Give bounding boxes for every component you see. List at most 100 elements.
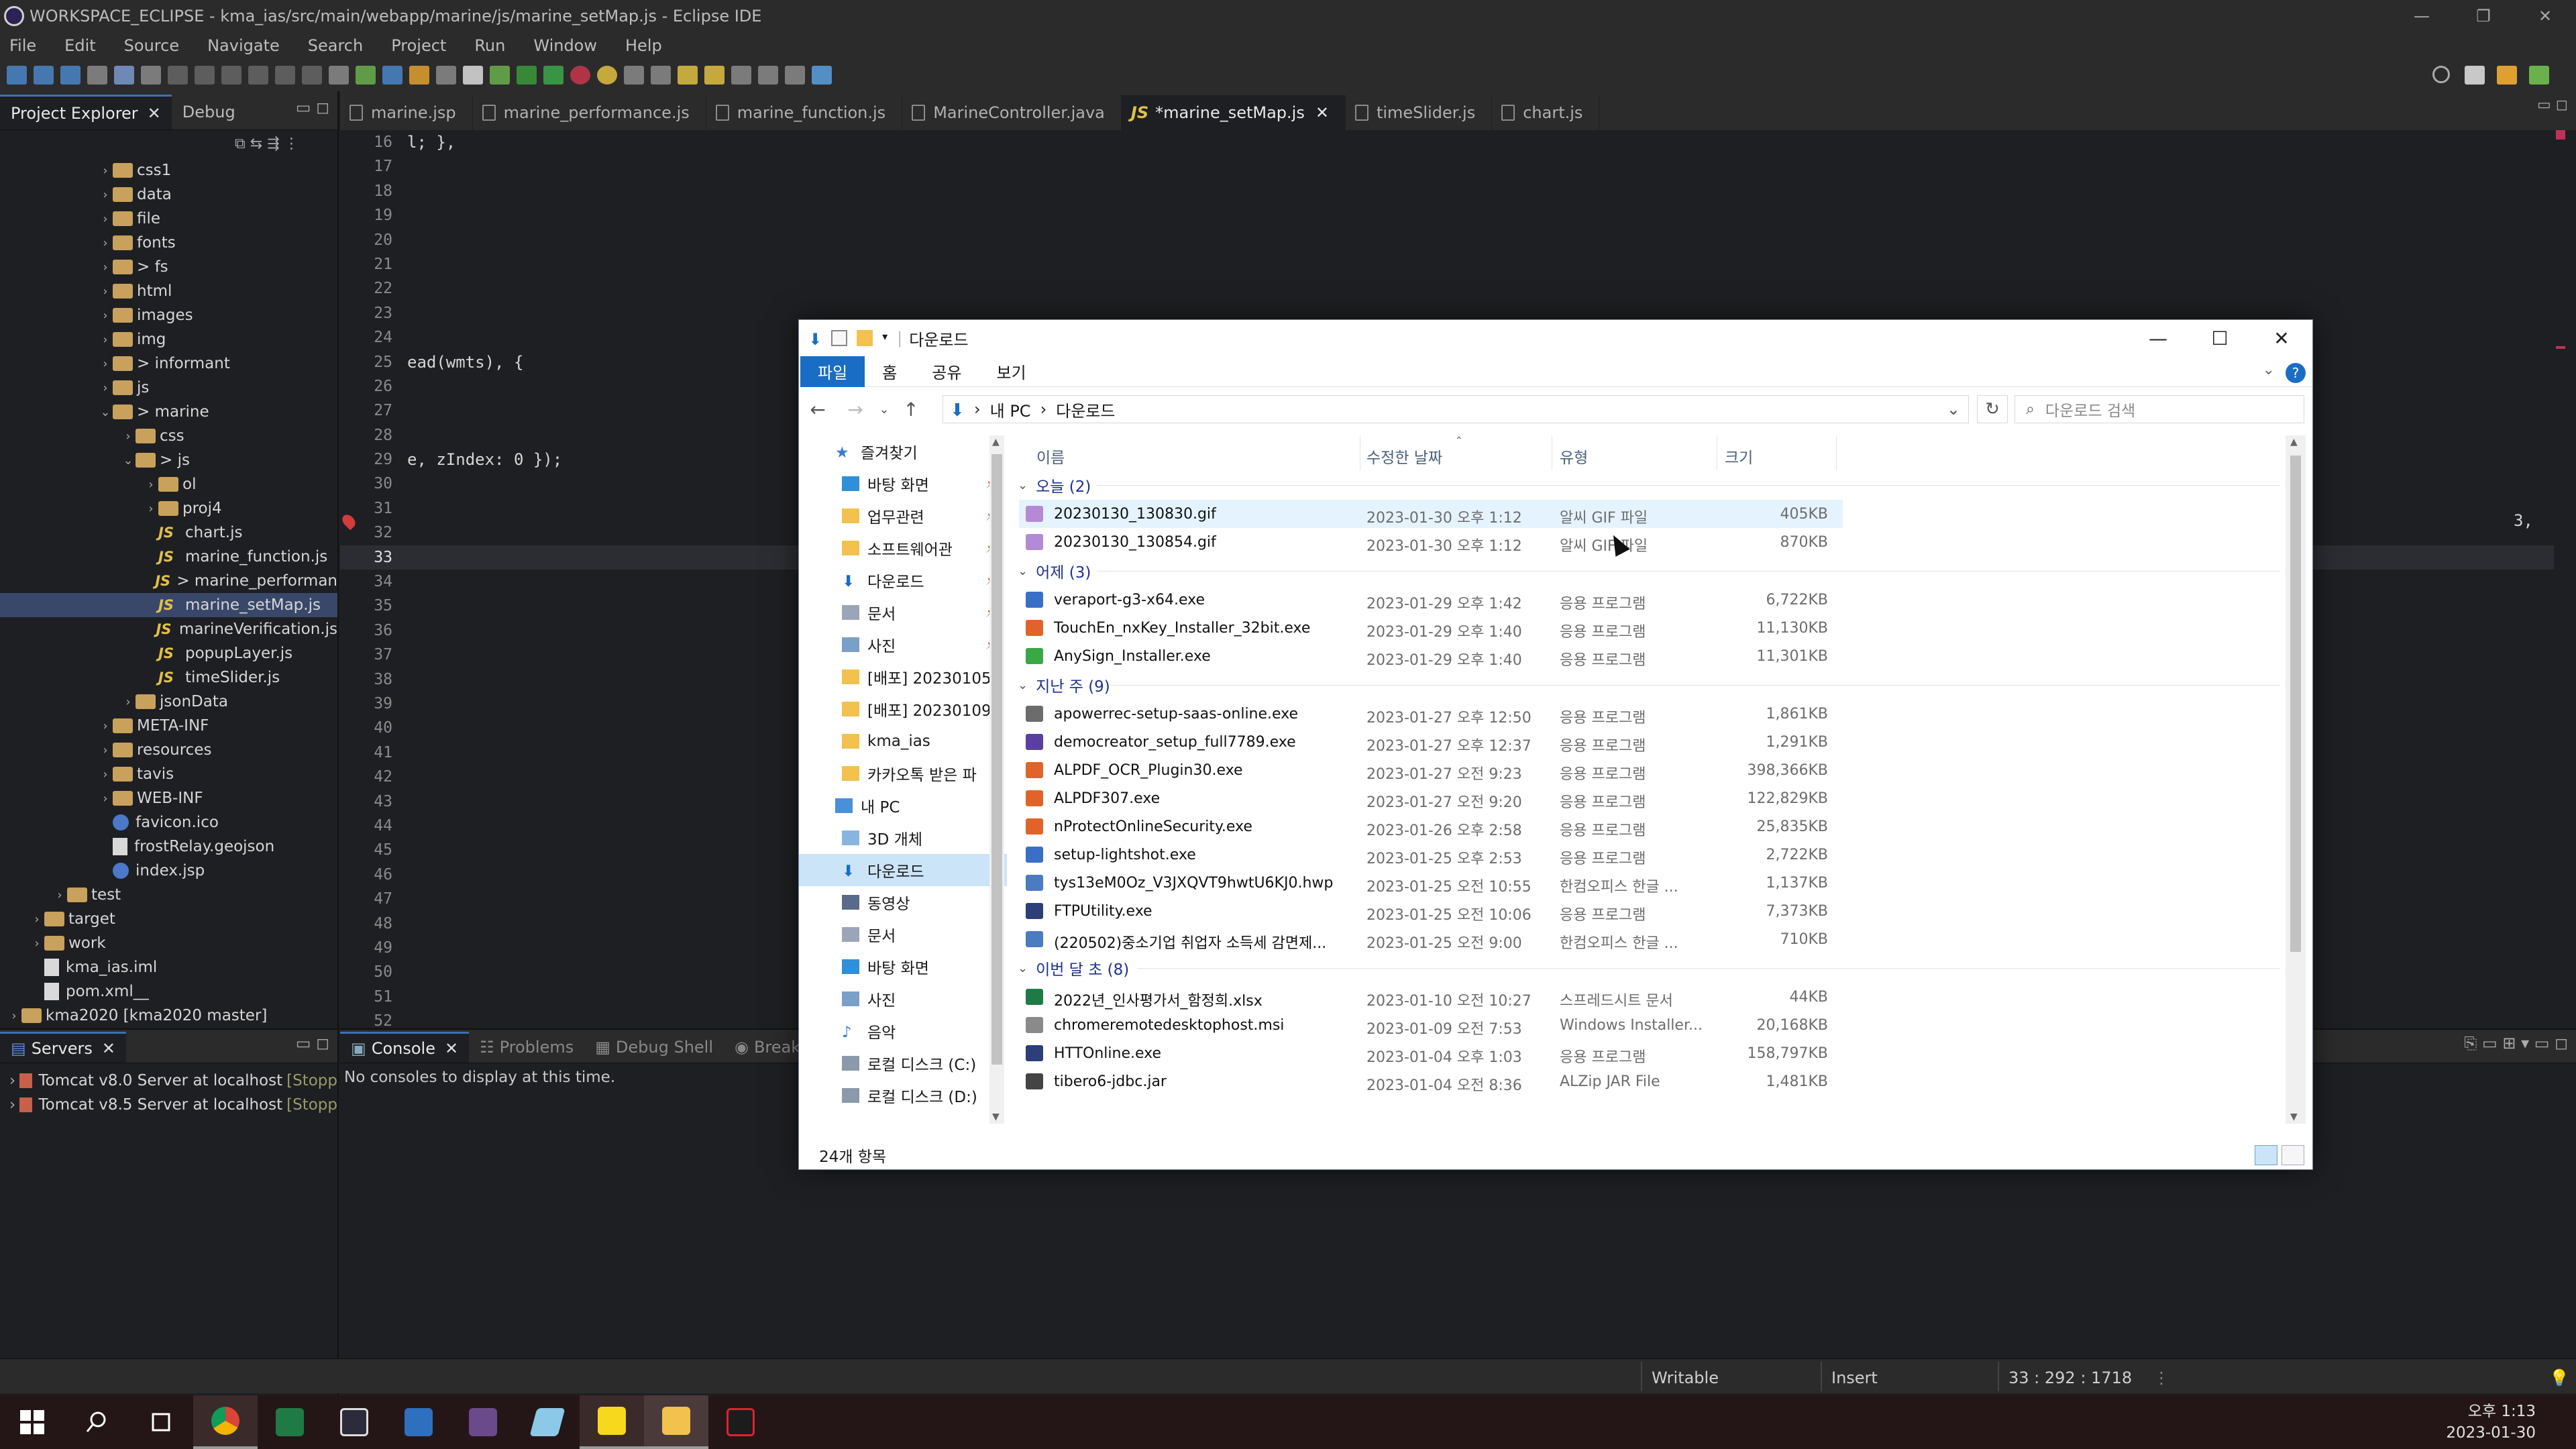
ribbon-tab-home[interactable]: 홈 [865, 356, 914, 387]
close-icon[interactable]: ✕ [445, 1039, 458, 1058]
collapsed-chevron-icon[interactable]: › [98, 719, 113, 733]
collapsed-chevron-icon[interactable]: › [7, 1009, 21, 1023]
highlight-icon[interactable] [409, 66, 429, 85]
debug-perspective-icon[interactable] [2529, 66, 2549, 85]
tree-folder[interactable]: › ol [0, 472, 337, 496]
collapsed-chevron-icon[interactable]: › [98, 164, 113, 178]
collapsed-chevron-icon[interactable]: › [98, 357, 113, 371]
code-line[interactable] [407, 203, 2554, 227]
run-icon[interactable] [517, 66, 537, 85]
nav-item[interactable]: [배포] 20230105_ [799, 661, 1007, 693]
nav-scrollbar[interactable]: ▲ ▼ [989, 435, 1004, 1124]
file-list-scrollbar[interactable]: ▲ ▼ [2286, 435, 2306, 1124]
code-line[interactable]: l; }, [407, 130, 2554, 154]
editor-tab[interactable]: MarineController.java [902, 95, 1122, 130]
tree-file[interactable]: kma_ias.iml [0, 955, 337, 979]
collapsed-chevron-icon[interactable]: › [98, 792, 113, 806]
file-row[interactable]: 20230130_130830.gif 2023-01-30 오후 1:12 알씨 … [1019, 500, 1843, 528]
step-return-icon[interactable] [302, 66, 322, 85]
new-server-icon[interactable] [651, 66, 671, 85]
menu-project[interactable]: Project [391, 36, 446, 55]
refresh-icon[interactable]: ↻ [1977, 395, 2008, 423]
show-whitespace-icon[interactable] [463, 66, 483, 85]
tree-folder[interactable]: › > fs [0, 255, 337, 279]
file-row[interactable]: apowerrec-setup-saas-online.exe 2023-01-2… [1010, 700, 2287, 728]
nav-item[interactable]: ♪ 음악 [799, 1015, 1007, 1047]
breadcrumb-my-pc[interactable]: 내 PC [990, 398, 1031, 421]
forward-icon[interactable] [758, 66, 778, 85]
save-icon[interactable] [34, 66, 54, 85]
tree-folder[interactable]: ⌄ > marine [0, 400, 337, 424]
menu-file[interactable]: File [9, 36, 36, 55]
collapsed-chevron-icon[interactable]: › [9, 1096, 19, 1114]
tree-folder[interactable]: ⌄ > js [0, 448, 337, 472]
group-header[interactable]: ⌄ 오늘 (2) [1010, 470, 2287, 500]
up-icon[interactable]: ↑ [894, 398, 928, 421]
expanded-chevron-icon[interactable]: ⌄ [121, 453, 136, 468]
file-row[interactable]: (220502)중소기업 취업자 소득세 감면제... 2023-01-25 오전… [1010, 925, 2287, 953]
file-row[interactable]: TouchEn_nxKey_Installer_32bit.exe 2023-01… [1010, 614, 2287, 642]
tree-folder[interactable]: › WEB-INF [0, 786, 337, 810]
code-line[interactable] [407, 179, 2554, 203]
windows-start-icon[interactable] [0, 1395, 64, 1449]
tree-folder[interactable]: › fonts [0, 231, 337, 255]
nav-item[interactable]: 바탕 화면 [799, 951, 1007, 983]
chevron-down-icon[interactable]: ⌄ [1018, 678, 1028, 692]
collapsed-chevron-icon[interactable]: › [98, 212, 113, 226]
minimize-button[interactable]: — [2391, 0, 2453, 32]
tab-debug-shell[interactable]: ▦ Debug Shell [584, 1032, 724, 1063]
pin-editor-icon[interactable] [812, 66, 832, 85]
file-row[interactable]: nProtectOnlineSecurity.exe 2023-01-26 오후 … [1010, 812, 2287, 841]
nav-item[interactable]: 로컬 디스크 (C:) [799, 1047, 1007, 1079]
editor-tab[interactable]: timeSlider.js [1346, 95, 1493, 130]
path-chevron-icon[interactable]: › [974, 400, 981, 419]
chrome-icon[interactable] [193, 1395, 258, 1449]
nav-item[interactable]: 로컬 디스크 (D:) [799, 1079, 1007, 1112]
excel-icon[interactable] [258, 1395, 322, 1449]
explorer-toolbar-icons[interactable]: ⧉ ⇆ ⇶ ⋮ [235, 136, 299, 152]
editor-tab[interactable]: JS *marine_setMap.js ✕ [1121, 95, 1346, 130]
collapsed-chevron-icon[interactable]: › [144, 478, 158, 492]
collapsed-chevron-icon[interactable]: › [9, 1072, 19, 1089]
file-row[interactable]: 2022년_인사평가서_함정희.xlsx 2023-01-10 오전 10:27 스… [1010, 983, 2287, 1011]
tree-file[interactable]: favicon.ico [0, 810, 337, 835]
search-icon[interactable] [64, 1395, 129, 1449]
file-row[interactable]: tys13eM0Oz_V3JXQVT9hwtU6KJ0.hwp 2023-01-2… [1010, 869, 2287, 897]
back-icon[interactable]: ← [799, 398, 837, 421]
code-line[interactable] [407, 276, 2554, 301]
nav-item[interactable]: 카카오톡 받은 파 [799, 757, 1007, 790]
last-edit-icon[interactable] [785, 66, 805, 85]
tree-file[interactable]: JS marine_function.js [0, 545, 337, 569]
tree-file[interactable]: JS marine_setMap.js [0, 593, 337, 617]
group-header[interactable]: ⌄ 어제 (3) [1010, 556, 2287, 586]
file-row[interactable]: chromeremotedesktophost.msi 2023-01-09 오전… [1010, 1011, 2287, 1039]
tree-file[interactable]: index.jsp [0, 859, 337, 883]
editor-tab[interactable]: marine_performance.js [473, 95, 706, 130]
back-icon[interactable] [731, 66, 751, 85]
paint-icon[interactable] [515, 1395, 580, 1449]
tree-folder[interactable]: › jsonData [0, 690, 337, 714]
group-header[interactable]: ⌄ 이번 달 초 (8) [1010, 953, 2287, 983]
chevron-down-icon[interactable]: ⌄ [1018, 564, 1028, 578]
column-name[interactable]: 이름 [1036, 445, 1065, 468]
tree-folder[interactable]: › tavis [0, 762, 337, 786]
menu-window[interactable]: Window [533, 36, 597, 55]
collapsed-chevron-icon[interactable]: › [121, 429, 136, 443]
outlook-icon[interactable] [386, 1395, 451, 1449]
nav-item[interactable]: 3D 개체 [799, 822, 1007, 854]
fx-minimize-button[interactable]: — [2127, 320, 2189, 356]
collapsed-chevron-icon[interactable]: › [30, 912, 44, 926]
tree-folder[interactable]: › META-INF [0, 714, 337, 738]
nav-item[interactable]: 소프트웨어관📌 [799, 532, 1007, 564]
collapsed-chevron-icon[interactable]: › [98, 381, 113, 395]
nav-item[interactable]: 사진 [799, 983, 1007, 1015]
close-button[interactable]: ✕ [2514, 0, 2576, 32]
coverage-icon[interactable] [543, 66, 564, 85]
nav-item[interactable]: ★ 즐겨찾기 [799, 435, 1007, 468]
chevron-down-icon[interactable]: ⌄ [1018, 961, 1028, 975]
nav-item[interactable]: 동영상 [799, 886, 1007, 918]
collapsed-chevron-icon[interactable]: › [98, 767, 113, 782]
tree-folder[interactable]: › proj4 [0, 496, 337, 521]
server-toolbar-icons[interactable]: ▭ ◻ [296, 1034, 329, 1053]
recorder-icon[interactable] [708, 1395, 773, 1449]
